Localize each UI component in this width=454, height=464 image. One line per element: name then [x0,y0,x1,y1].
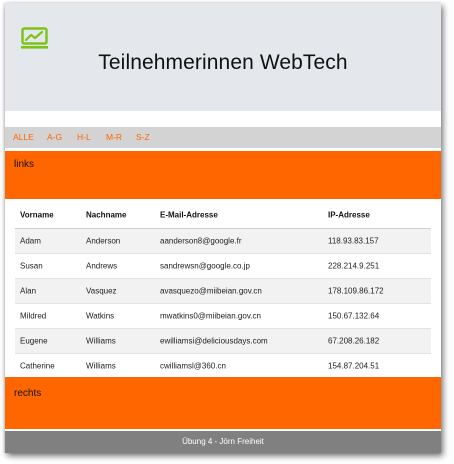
table-row: Adam Anderson aanderson8@google.fr 118.9… [15,229,431,254]
rechts-label: rechts [14,388,42,399]
table-row: Eugene Williams ewilliamsi@deliciousdays… [15,329,431,354]
cell-ip: 150.67.132.64 [328,311,380,321]
cell-ip: 154.87.204.51 [328,361,380,371]
rechts-panel: rechts [5,377,441,429]
cell-vorname: Adam [20,236,41,246]
header-email: E-Mail-Adresse [160,210,218,220]
page-frame: Teilnehmerinnen WebTech ALLE A-G H-L M-R… [5,3,441,453]
cell-vorname: Mildred [20,311,47,321]
filter-m-r[interactable]: M-R [106,132,122,142]
filter-all[interactable]: ALLE [13,132,34,142]
header-vorname: Vorname [20,210,54,220]
table-row: Catherine Williams cwilliamsl@360.cn 154… [15,354,431,378]
cell-email: mwatkins0@miibeian.gov.cn [160,311,261,321]
header-ip: IP-Adresse [328,210,370,220]
cell-vorname: Alan [20,286,37,296]
cell-ip: 228.214.9.251 [328,261,380,271]
cell-nachname: Williams [86,361,116,371]
cell-nachname: Anderson [86,236,121,246]
filter-s-z[interactable]: S-Z [136,132,150,142]
cell-vorname: Eugene [20,336,48,346]
cell-email: cwilliamsl@360.cn [160,361,226,371]
filter-h-l[interactable]: H-L [77,132,91,142]
cell-nachname: Vasquez [86,286,117,296]
page-header: Teilnehmerinnen WebTech [5,3,441,111]
footer-text: Übung 4 - Jörn Freiheit [182,437,264,446]
cell-vorname: Catherine [20,361,55,371]
header-nachname: Nachname [86,210,127,220]
links-label: links [14,159,35,170]
table-header-row: Vorname Nachname E-Mail-Adresse IP-Adres… [15,202,431,229]
page-title: Teilnehmerinnen WebTech [98,51,348,74]
filter-a-g[interactable]: A-G [47,132,62,142]
letter-filter-nav: ALLE A-G H-L M-R S-Z [5,127,441,148]
participants-table: Vorname Nachname E-Mail-Adresse IP-Adres… [15,202,431,378]
cell-nachname: Andrews [86,261,118,271]
page-footer: Übung 4 - Jörn Freiheit [5,431,441,453]
cell-email: avasquezo@miibeian.gov.cn [160,286,262,296]
cell-ip: 118.93.83.157 [328,236,379,246]
cell-email: ewilliamsi@deliciousdays.com [160,336,268,346]
cell-ip: 67.208.26.182 [328,336,380,346]
cell-ip: 178.109.86.172 [328,286,384,296]
table-row: Susan Andrews sandrewsn@google.co.jp 228… [15,254,431,279]
cell-email: sandrewsn@google.co.jp [160,261,250,271]
cell-email: aanderson8@google.fr [160,236,242,246]
line-chart-icon [21,27,48,49]
cell-nachname: Watkins [86,311,115,321]
cell-nachname: Williams [86,336,116,346]
cell-vorname: Susan [20,261,43,271]
table-row: Mildred Watkins mwatkins0@miibeian.gov.c… [15,304,431,329]
table-row: Alan Vasquez avasquezo@miibeian.gov.cn 1… [15,279,431,304]
links-panel: links [5,151,441,199]
